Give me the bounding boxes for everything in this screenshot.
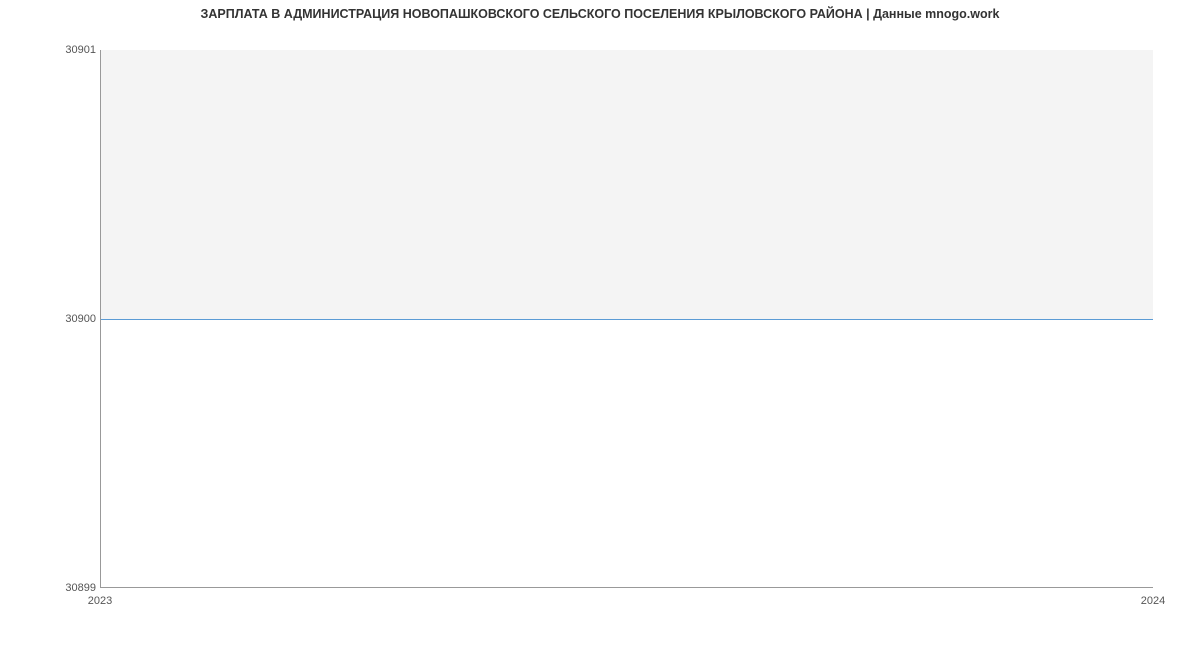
y-axis-tick-label: 30899 xyxy=(65,582,96,594)
area-fill xyxy=(101,50,1153,319)
y-axis-tick-label: 30901 xyxy=(65,44,96,56)
chart-container: ЗАРПЛАТА В АДМИНИСТРАЦИЯ НОВОПАШКОВСКОГО… xyxy=(0,0,1200,650)
data-line xyxy=(101,319,1153,320)
x-axis-tick-label: 2024 xyxy=(1141,595,1165,607)
plot-area xyxy=(100,50,1153,588)
x-axis-tick-label: 2023 xyxy=(88,595,112,607)
chart-title: ЗАРПЛАТА В АДМИНИСТРАЦИЯ НОВОПАШКОВСКОГО… xyxy=(0,7,1200,21)
y-axis-tick-label: 30900 xyxy=(65,313,96,325)
